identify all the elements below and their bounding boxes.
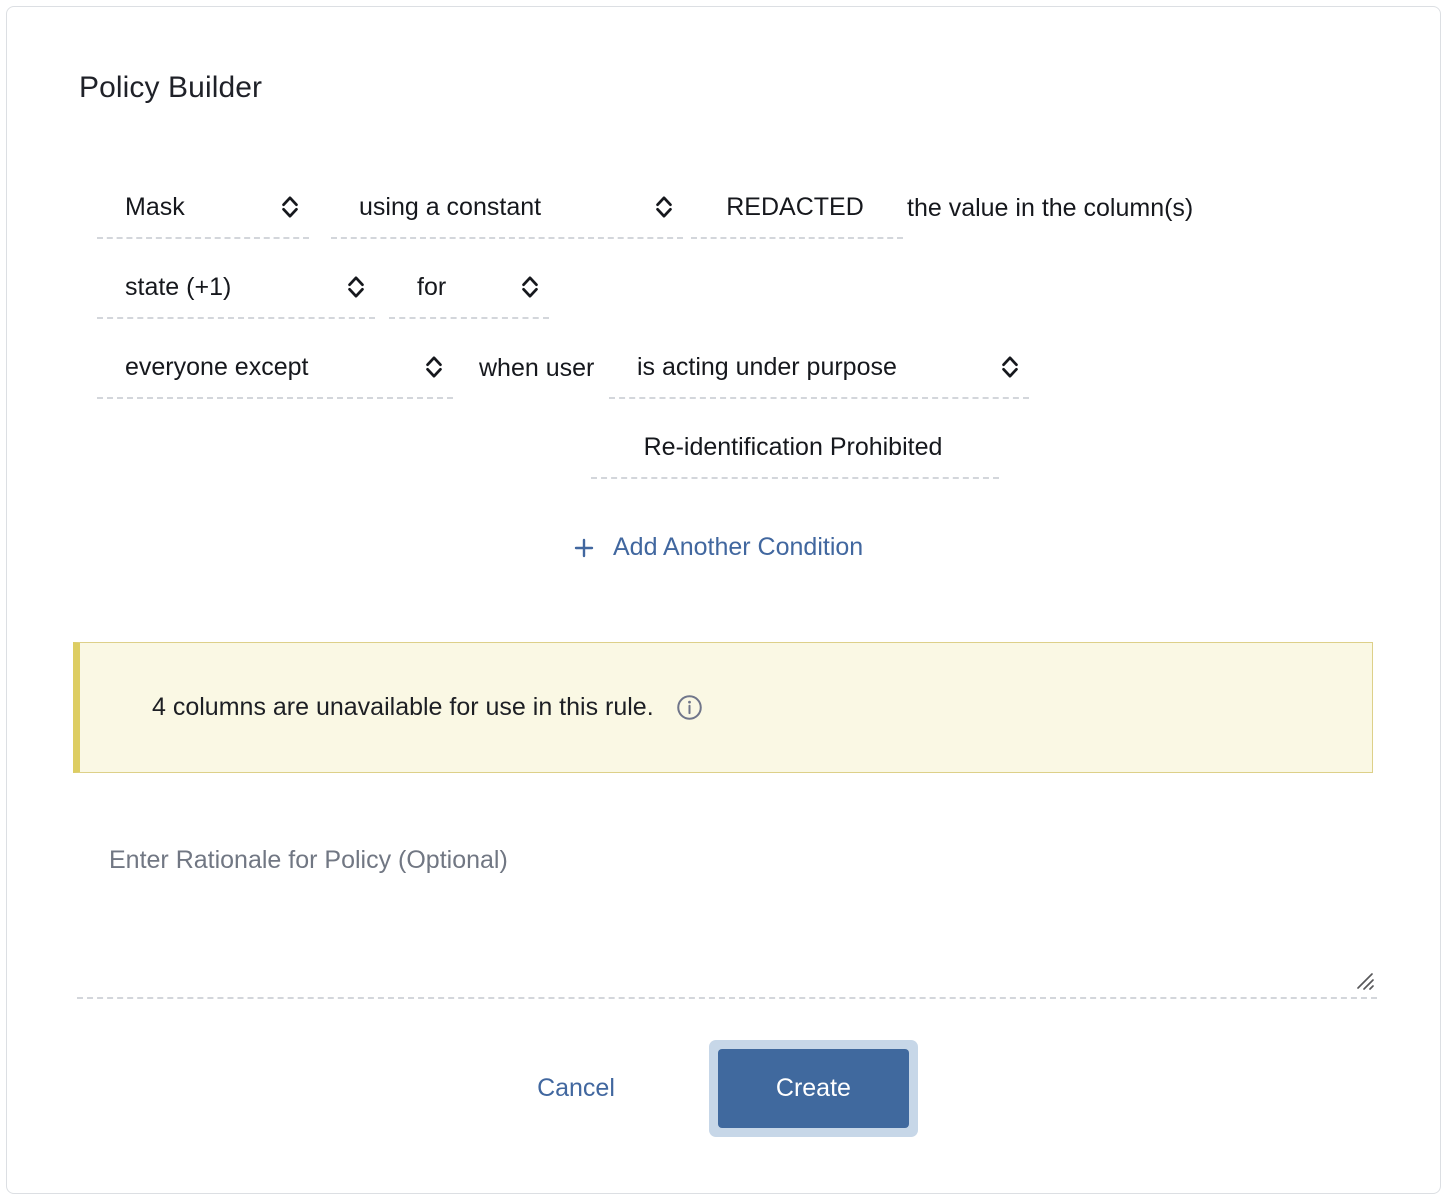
when-user-label: when user: [479, 353, 595, 382]
columns-select[interactable]: state (+1): [97, 257, 375, 319]
info-circle-icon[interactable]: [676, 694, 703, 721]
warning-message: 4 columns are unavailable for use in thi…: [152, 693, 654, 721]
action-select-value: Mask: [125, 192, 185, 221]
unfold-more-icon: [522, 276, 538, 298]
condition-select[interactable]: is acting under purpose: [609, 337, 1029, 399]
create-button[interactable]: Create: [717, 1049, 909, 1128]
purpose-input[interactable]: Re-identification Prohibited: [591, 417, 999, 479]
dialog-footer: Cancel Create: [7, 1040, 1440, 1137]
rule-row-1: Mask using a constant REDACTED the value…: [79, 177, 1379, 257]
purpose-value: Re-identification Prohibited: [643, 432, 943, 461]
unfold-more-icon: [282, 196, 298, 218]
unfold-more-icon: [1002, 356, 1018, 378]
cancel-button[interactable]: Cancel: [531, 1064, 621, 1113]
for-select[interactable]: for: [389, 257, 549, 319]
policy-builder-dialog: Policy Builder Mask using a constant RED…: [6, 6, 1441, 1194]
columns-select-value: state (+1): [125, 272, 232, 301]
add-another-condition-button[interactable]: Add Another Condition: [562, 525, 873, 570]
constant-value-input[interactable]: REDACTED: [691, 177, 903, 239]
create-button-focus-ring: Create: [708, 1040, 918, 1137]
condition-select-value: is acting under purpose: [637, 352, 897, 381]
rule-row-2: state (+1) for: [79, 257, 1379, 337]
constant-value-text: REDACTED: [726, 192, 864, 221]
audience-select-value: everyone except: [125, 352, 309, 381]
method-select-value: using a constant: [359, 192, 542, 221]
action-select[interactable]: Mask: [97, 177, 309, 239]
unavailable-columns-warning: 4 columns are unavailable for use in thi…: [73, 642, 1373, 773]
unfold-more-icon: [656, 196, 672, 218]
rule-builder: Mask using a constant REDACTED the value…: [79, 177, 1379, 497]
rationale-input[interactable]: [77, 819, 1377, 997]
rule-row-4: Re-identification Prohibited: [79, 417, 1379, 497]
rationale-field: [77, 819, 1377, 999]
plus-icon: [574, 538, 594, 557]
unfold-more-icon: [426, 356, 442, 378]
unfold-more-icon: [348, 276, 364, 298]
value-in-columns-label: the value in the column(s): [907, 193, 1194, 222]
page-title: Policy Builder: [79, 71, 263, 104]
method-select[interactable]: using a constant: [331, 177, 683, 239]
rule-row-3: everyone except when user is acting unde…: [79, 337, 1379, 417]
for-select-value: for: [417, 272, 447, 301]
audience-select[interactable]: everyone except: [97, 337, 453, 399]
add-another-condition-label: Add Another Condition: [613, 533, 864, 561]
